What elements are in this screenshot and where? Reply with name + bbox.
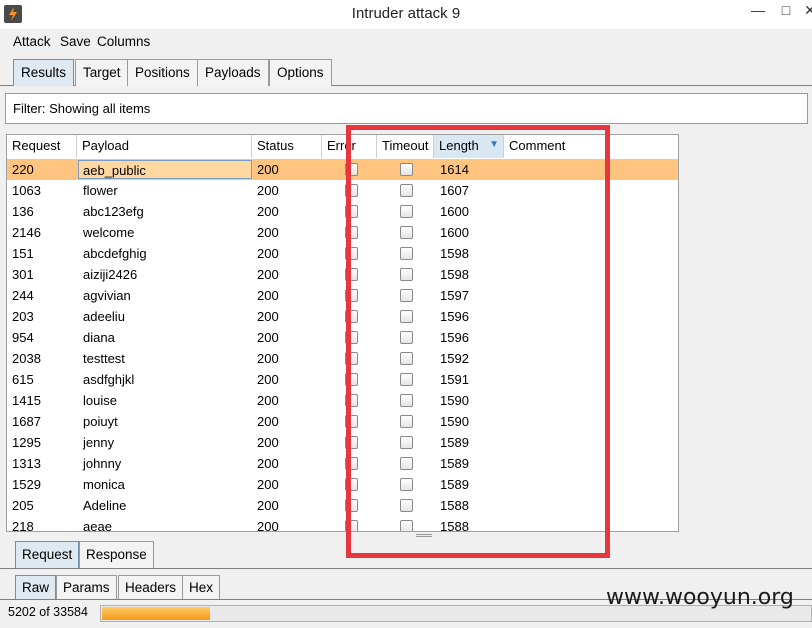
menu-columns[interactable]: Columns bbox=[97, 34, 150, 49]
menu-attack[interactable]: Attack bbox=[13, 34, 51, 49]
cell-status: 200 bbox=[257, 267, 279, 282]
cell-request: 2038 bbox=[12, 351, 41, 366]
watermark: www.wooyun.org bbox=[606, 585, 794, 610]
cell-payload: louise bbox=[83, 393, 117, 408]
cell-payload: johnny bbox=[83, 456, 122, 471]
cell-status: 200 bbox=[257, 183, 279, 198]
cell-request: 220 bbox=[12, 162, 34, 177]
filter-bar[interactable]: Filter: Showing all items bbox=[5, 93, 808, 124]
filter-text: Filter: Showing all items bbox=[13, 101, 151, 116]
cell-payload: aeae bbox=[83, 519, 112, 532]
tab-params[interactable]: Params bbox=[56, 575, 117, 599]
column-header-request[interactable]: Request bbox=[7, 135, 77, 158]
cell-payload: aeb_public bbox=[78, 160, 252, 179]
cell-status: 200 bbox=[257, 162, 279, 177]
cell-status: 200 bbox=[257, 309, 279, 324]
cell-request: 218 bbox=[12, 519, 34, 532]
maximize-button[interactable]: □ bbox=[776, 2, 796, 18]
cell-payload: testtest bbox=[83, 351, 125, 366]
detail-tabs-baseline bbox=[0, 568, 812, 569]
cell-payload: Adeline bbox=[83, 498, 127, 513]
cell-status: 200 bbox=[257, 519, 279, 532]
close-button[interactable]: ✕ bbox=[800, 2, 812, 19]
tab-positions[interactable]: Positions bbox=[127, 59, 198, 86]
cell-payload: diana bbox=[83, 330, 115, 345]
cell-status: 200 bbox=[257, 435, 279, 450]
cell-request: 203 bbox=[12, 309, 34, 324]
cell-request: 1295 bbox=[12, 435, 41, 450]
cell-payload: jenny bbox=[83, 435, 115, 450]
cell-request: 205 bbox=[12, 498, 34, 513]
cell-status: 200 bbox=[257, 477, 279, 492]
window-title: Intruder attack 9 bbox=[351, 5, 461, 22]
cell-payload: aiziji2426 bbox=[83, 267, 138, 282]
cell-payload: agvivian bbox=[83, 288, 131, 303]
tab-results[interactable]: Results bbox=[13, 59, 75, 86]
cell-request: 1529 bbox=[12, 477, 41, 492]
progress-bar-fill bbox=[102, 607, 210, 620]
cell-status: 200 bbox=[257, 225, 279, 240]
tab-payloads[interactable]: Payloads bbox=[197, 59, 269, 86]
cell-payload: asdfghjkl bbox=[83, 372, 135, 387]
cell-status: 200 bbox=[257, 246, 279, 261]
tab-raw[interactable]: Raw bbox=[15, 575, 57, 599]
cell-payload: monica bbox=[83, 477, 125, 492]
tab-hex[interactable]: Hex bbox=[182, 575, 221, 599]
cell-request: 1063 bbox=[12, 183, 41, 198]
column-header-status[interactable]: Status bbox=[252, 135, 322, 158]
cell-status: 200 bbox=[257, 498, 279, 513]
cell-request: 151 bbox=[12, 246, 34, 261]
cell-status: 200 bbox=[257, 456, 279, 471]
progress-count: 5202 of 33584 bbox=[8, 605, 88, 619]
cell-payload: abcdefghig bbox=[83, 246, 147, 261]
cell-request: 954 bbox=[12, 330, 34, 345]
cell-status: 200 bbox=[257, 414, 279, 429]
cell-request: 244 bbox=[12, 288, 34, 303]
cell-request: 136 bbox=[12, 204, 34, 219]
cell-status: 200 bbox=[257, 372, 279, 387]
cell-status: 200 bbox=[257, 330, 279, 345]
cell-status: 200 bbox=[257, 288, 279, 303]
cell-payload: poiuyt bbox=[83, 414, 118, 429]
cell-request: 2146 bbox=[12, 225, 41, 240]
menu-bar: Attack Save Columns bbox=[0, 29, 812, 54]
cell-payload: abc123efg bbox=[83, 204, 144, 219]
cell-request: 1313 bbox=[12, 456, 41, 471]
cell-status: 200 bbox=[257, 393, 279, 408]
tab-request[interactable]: Request bbox=[15, 541, 80, 568]
column-header-payload[interactable]: Payload bbox=[77, 135, 252, 158]
cell-payload: flower bbox=[83, 183, 118, 198]
tab-target[interactable]: Target bbox=[75, 59, 129, 86]
minimize-button[interactable]: — bbox=[748, 2, 768, 18]
title-bar: Intruder attack 9 — □ ✕ bbox=[0, 0, 812, 29]
menu-save[interactable]: Save bbox=[60, 34, 91, 49]
cell-request: 1415 bbox=[12, 393, 41, 408]
cell-payload: welcome bbox=[83, 225, 135, 240]
tab-headers[interactable]: Headers bbox=[118, 575, 184, 599]
main-tabs: Results Target Positions Payloads Option… bbox=[0, 54, 812, 86]
cell-request: 615 bbox=[12, 372, 34, 387]
cell-status: 200 bbox=[257, 351, 279, 366]
cell-request: 1687 bbox=[12, 414, 41, 429]
tab-options[interactable]: Options bbox=[269, 59, 332, 86]
highlight-annotation-box bbox=[346, 125, 610, 558]
cell-payload: adeeliu bbox=[83, 309, 125, 324]
split-pane-grip[interactable] bbox=[416, 534, 432, 537]
tab-response[interactable]: Response bbox=[79, 541, 154, 568]
cell-status: 200 bbox=[257, 204, 279, 219]
cell-request: 301 bbox=[12, 267, 34, 282]
